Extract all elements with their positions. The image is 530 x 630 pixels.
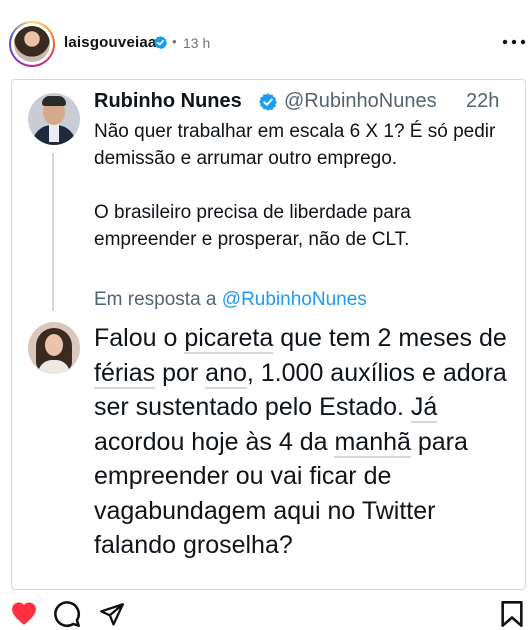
profile-avatar[interactable] [9, 21, 55, 67]
tweet-author-avatar [28, 93, 80, 145]
reply-text-underlined: picareta [184, 324, 274, 354]
reply-text-underlined: manhã [334, 427, 411, 458]
heart-icon[interactable] [10, 600, 38, 626]
verified-badge-icon [259, 93, 277, 111]
reply-text-segment: acordou hoje às 4 da [94, 427, 335, 456]
reply-text: Falou o picareta que tem 2 meses de féri… [94, 321, 518, 563]
avatar-photo [14, 26, 50, 62]
tweet-author-handle: @RubinhoNunes [284, 90, 437, 112]
post-header: laisgouveiaa • 13 h [0, 0, 530, 80]
reply-text-underlined: férias [94, 358, 156, 389]
reply-context: Em resposta a @RubinhoNunes [94, 289, 367, 311]
reply-text-segment: Falou o [94, 324, 185, 352]
comment-icon[interactable] [53, 600, 81, 628]
reply-prefix: Em resposta a [94, 289, 222, 310]
tweet-paragraph-2: O brasileiro precisa de liberdade para e… [94, 202, 411, 250]
more-horizontal-icon[interactable] [502, 37, 526, 47]
share-icon[interactable] [99, 601, 125, 627]
post-action-bar [0, 596, 530, 630]
reply-text-underlined: ano [205, 358, 247, 389]
bookmark-icon[interactable] [500, 600, 524, 628]
username[interactable]: laisgouveiaa [64, 34, 156, 51]
reply-author-avatar [28, 322, 80, 374]
tweet-time: 22h [466, 90, 500, 112]
reply-mention: @RubinhoNunes [221, 289, 367, 310]
reply-text-segment: por [155, 358, 206, 387]
tweet-text: Não quer trabalhar em escala 6 X 1? É só… [94, 118, 514, 253]
reply-text-underlined: Já [410, 393, 438, 423]
tweet-paragraph-1: Não quer trabalhar em escala 6 X 1? É só… [94, 121, 496, 169]
verified-badge-icon [153, 35, 168, 50]
separator-dot: • [172, 34, 177, 49]
thread-connector-line [52, 153, 54, 311]
tweet-author-name: Rubinho Nunes [94, 90, 242, 112]
reply-text-segment: que tem 2 meses de [273, 324, 507, 352]
post-time[interactable]: 13 h [183, 35, 210, 51]
